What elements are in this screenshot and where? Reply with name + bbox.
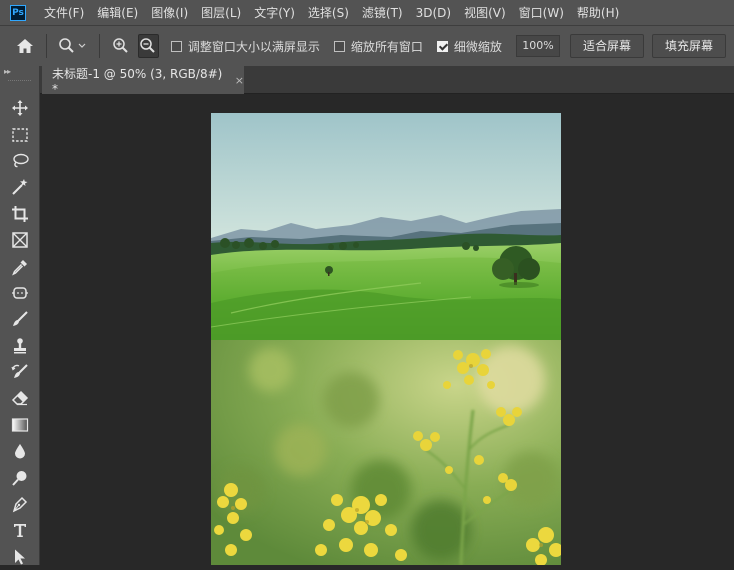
menu-type[interactable]: 文字(Y) xyxy=(254,4,295,21)
menu-edit[interactable]: 编辑(E) xyxy=(97,4,138,21)
brush-icon xyxy=(13,311,28,327)
marquee-icon xyxy=(12,127,28,142)
tool-gradient[interactable] xyxy=(0,412,40,438)
document-tab-bar: 未标题-1 @ 50% (3, RGB/8#) * × xyxy=(40,66,734,96)
frame-icon xyxy=(12,232,28,248)
document-canvas[interactable] xyxy=(211,113,561,565)
tool-eyedropper[interactable] xyxy=(0,253,40,279)
zoom-in-icon xyxy=(113,38,129,53)
tool-marquee[interactable] xyxy=(0,121,40,147)
zoom-icon xyxy=(59,38,86,53)
scrubby-zoom-label: 细微缩放 xyxy=(453,39,502,54)
move-icon xyxy=(12,100,28,117)
crop-icon xyxy=(12,205,28,222)
home-icon xyxy=(16,39,33,53)
zoom-out-icon xyxy=(140,38,156,53)
path-selection-icon xyxy=(15,549,25,565)
lasso-icon xyxy=(13,153,29,168)
menu-window[interactable]: 窗口(W) xyxy=(519,4,564,21)
menu-file[interactable]: 文件(F) xyxy=(44,4,84,21)
home-button[interactable] xyxy=(14,34,35,58)
scrubby-zoom-checkbox[interactable] xyxy=(436,40,448,52)
divider xyxy=(46,34,47,58)
tool-crop[interactable] xyxy=(0,201,40,227)
tool-healing-brush[interactable] xyxy=(0,280,40,306)
pen-icon xyxy=(12,496,28,513)
tool-move[interactable] xyxy=(0,95,40,121)
tool-lasso[interactable] xyxy=(0,148,40,174)
menu-filter[interactable]: 滤镜(T) xyxy=(362,4,403,21)
menu-select[interactable]: 选择(S) xyxy=(308,4,349,21)
options-bar: 调整窗口大小以满屏显示 缩放所有窗口 细微缩放 100% 适合屏幕 填充屏幕 xyxy=(0,25,734,66)
tool-clone-stamp[interactable] xyxy=(0,333,40,359)
dodge-icon xyxy=(12,470,27,486)
photoshop-logo[interactable]: Ps xyxy=(10,4,26,21)
panel-grip[interactable] xyxy=(8,80,31,87)
zoom-tool-preset-button[interactable] xyxy=(58,34,88,58)
document-tab-title: 未标题-1 @ 50% (3, RGB/8#) * xyxy=(52,66,223,96)
zoom-all-windows-label: 缩放所有窗口 xyxy=(350,39,423,54)
menu-3d[interactable]: 3D(D) xyxy=(416,6,451,20)
tool-panel: ▸▸ xyxy=(0,66,40,565)
scrubby-zoom-option[interactable]: 细微缩放 xyxy=(436,38,502,55)
tool-eraser[interactable] xyxy=(0,385,40,411)
fill-screen-button[interactable]: 填充屏幕 xyxy=(651,34,726,58)
history-brush-icon xyxy=(11,364,28,379)
rapeseed-flowers-image xyxy=(211,340,561,565)
eyedropper-icon xyxy=(12,259,27,276)
divider xyxy=(98,34,100,58)
resize-windows-label: 调整窗口大小以满屏显示 xyxy=(187,39,320,54)
tool-brush[interactable] xyxy=(0,306,40,332)
zoom-all-windows-checkbox[interactable] xyxy=(333,40,345,52)
document-tab[interactable]: 未标题-1 @ 50% (3, RGB/8#) * × xyxy=(42,66,244,96)
healing-brush-icon xyxy=(12,287,28,299)
blur-icon xyxy=(15,444,25,459)
zoom-out-button[interactable] xyxy=(137,34,160,58)
menu-help[interactable]: 帮助(H) xyxy=(577,4,619,21)
tool-path-selection[interactable] xyxy=(0,544,40,570)
canvas-workspace[interactable] xyxy=(40,94,734,565)
tool-blur[interactable] xyxy=(0,438,40,464)
close-icon[interactable]: × xyxy=(235,74,244,87)
tool-frame[interactable] xyxy=(0,227,40,253)
tool-dodge[interactable] xyxy=(0,464,40,490)
fit-screen-button[interactable]: 适合屏幕 xyxy=(569,34,644,58)
zoom-all-windows-option[interactable]: 缩放所有窗口 xyxy=(333,38,423,55)
tool-type[interactable] xyxy=(0,517,40,543)
tool-history-brush[interactable] xyxy=(0,359,40,385)
resize-windows-option[interactable]: 调整窗口大小以满屏显示 xyxy=(170,38,320,55)
tool-magic-wand[interactable] xyxy=(0,174,40,200)
gradient-icon xyxy=(11,418,29,432)
type-icon xyxy=(14,524,26,538)
clone-stamp-icon xyxy=(14,337,26,354)
eraser-icon xyxy=(11,391,29,406)
tool-pen[interactable] xyxy=(0,491,40,517)
zoom-in-button[interactable] xyxy=(111,34,132,58)
meadow-landscape-image xyxy=(211,113,561,340)
menu-image[interactable]: 图像(I) xyxy=(151,4,188,21)
collapse-panel-icon[interactable]: ▸▸ xyxy=(0,66,39,78)
zoom-percent-field[interactable]: 100% xyxy=(515,35,560,57)
menu-view[interactable]: 视图(V) xyxy=(464,4,506,21)
menu-layer[interactable]: 图层(L) xyxy=(201,4,241,21)
resize-windows-checkbox[interactable] xyxy=(170,40,182,52)
magic-wand-icon xyxy=(12,179,28,196)
menu-bar: Ps 文件(F) 编辑(E) 图像(I) 图层(L) 文字(Y) 选择(S) 滤… xyxy=(0,0,734,25)
